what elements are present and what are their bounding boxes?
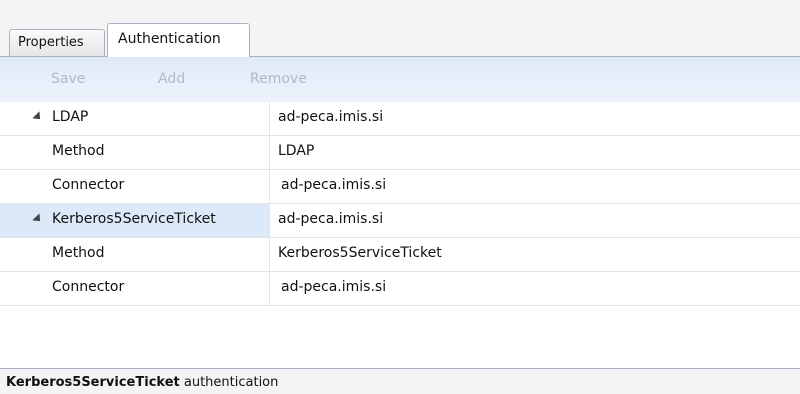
property-name: Method [52,143,105,159]
status-text: authentication [179,375,279,390]
name-cell: Kerberos5ServiceTicket [0,204,270,237]
property-row-method[interactable]: Method Kerberos5ServiceTicket [0,238,800,272]
remove-button[interactable]: Remove [250,71,307,87]
caret-expanded-icon[interactable] [32,111,44,123]
property-value[interactable]: ad-peca.imis.si [281,177,386,193]
property-name: Connector [52,177,125,193]
name-cell: LDAP [0,102,270,135]
group-name: LDAP [52,109,89,125]
property-row-method[interactable]: Method LDAP [0,136,800,170]
name-cell: Connector [0,272,270,305]
property-value: LDAP [278,143,315,159]
add-button[interactable]: Add [158,71,185,87]
caret-expanded-icon[interactable] [32,213,44,225]
grid-empty-area [0,306,800,368]
tab-properties[interactable]: Properties [9,29,105,56]
group-row-kerberos[interactable]: Kerberos5ServiceTicket ad-peca.imis.si [0,204,800,238]
tab-authentication[interactable]: Authentication [107,23,250,57]
property-row-connector[interactable]: Connector ad-peca.imis.si [0,272,800,306]
save-button[interactable]: Save [51,71,85,87]
property-row-connector[interactable]: Connector ad-peca.imis.si [0,170,800,204]
name-cell: Connector [0,170,270,203]
name-cell: Method [0,238,270,271]
toolbar: Save Add Remove [0,56,800,102]
tab-strip: Properties Authentication [0,0,800,57]
property-value[interactable]: ad-peca.imis.si [281,279,386,295]
group-value: ad-peca.imis.si [278,109,384,125]
group-value: ad-peca.imis.si [278,211,384,227]
name-cell: Method [0,136,270,169]
property-name: Method [52,245,105,261]
status-bar: Kerberos5ServiceTicket authentication [0,368,800,394]
group-name: Kerberos5ServiceTicket [52,211,216,227]
property-name: Connector [52,279,125,295]
group-row-ldap[interactable]: LDAP ad-peca.imis.si [0,102,800,136]
authentication-grid: LDAP ad-peca.imis.si Method LDAP Connect… [0,102,800,306]
status-bold-text: Kerberos5ServiceTicket [6,375,180,390]
property-value: Kerberos5ServiceTicket [278,245,442,261]
